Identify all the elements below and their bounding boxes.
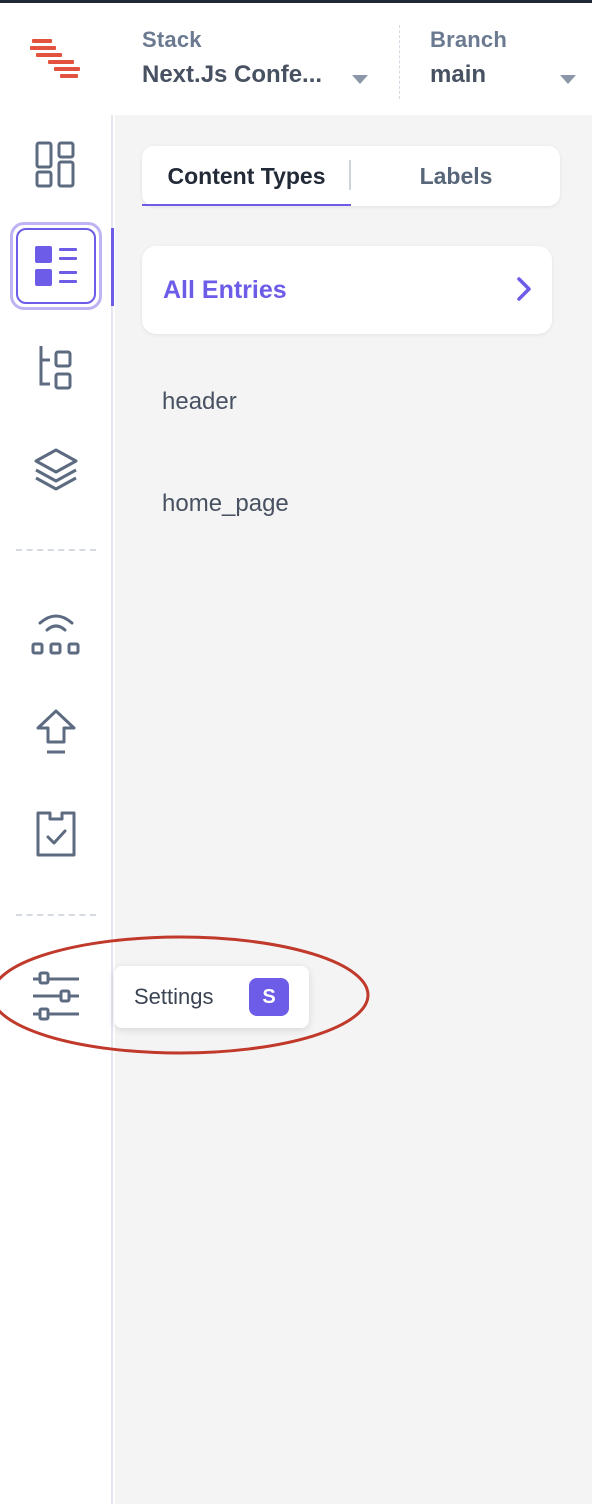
- nav-active-indicator: [111, 228, 114, 306]
- nav-separator: [16, 914, 96, 916]
- releases-icon: [31, 614, 80, 655]
- tab-divider: [349, 160, 351, 190]
- nav-tasks[interactable]: [16, 794, 96, 874]
- branch-value: main: [430, 61, 487, 88]
- branch-label: Branch: [430, 27, 507, 52]
- annotation-ellipse: [0, 935, 370, 1055]
- nav-dashboard[interactable]: [16, 125, 96, 205]
- nav-entries[interactable]: [10, 222, 102, 310]
- entries-icon: [35, 246, 77, 286]
- tasks-icon: [36, 811, 76, 857]
- branch-selector[interactable]: Branch main: [430, 27, 507, 89]
- nav-publish-queue[interactable]: [16, 694, 96, 774]
- chevron-right-icon: [517, 277, 531, 301]
- content-models-icon: [39, 346, 72, 390]
- nav-releases[interactable]: [16, 592, 96, 672]
- all-entries-card[interactable]: All Entries: [142, 246, 552, 334]
- assets-icon: [34, 448, 78, 491]
- header: Stack Next.Js Confe... Branch main: [0, 3, 592, 115]
- branch-caret-icon[interactable]: [560, 75, 576, 84]
- nav-assets[interactable]: [16, 430, 96, 510]
- stack-value: Next.Js Confe...: [142, 61, 323, 88]
- content-type-item[interactable]: header: [162, 388, 237, 416]
- dashboard-icon: [35, 141, 75, 188]
- panel-tabs: Content Types Labels: [142, 146, 560, 206]
- tab-labels[interactable]: Labels: [352, 146, 560, 206]
- stack-caret-icon[interactable]: [352, 75, 368, 84]
- contentstack-logo-icon[interactable]: [28, 37, 84, 83]
- nav-separator: [16, 549, 96, 551]
- all-entries-label: All Entries: [163, 275, 287, 304]
- stack-label: Stack: [142, 27, 202, 52]
- publish-queue-icon: [36, 709, 76, 754]
- tab-content-types[interactable]: Content Types: [142, 146, 351, 206]
- stack-selector[interactable]: Stack Next.Js Confe...: [142, 27, 322, 89]
- header-divider: [399, 25, 400, 99]
- nav-content-models[interactable]: [16, 328, 96, 408]
- content-type-item[interactable]: home_page: [162, 490, 289, 518]
